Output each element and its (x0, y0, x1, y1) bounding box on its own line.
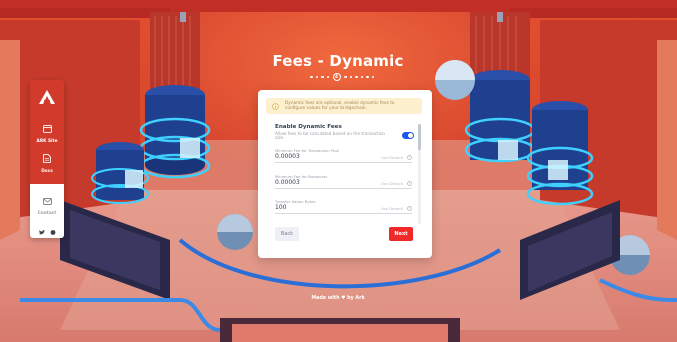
help-icon[interactable]: ? (407, 154, 412, 160)
step-dot (371, 75, 375, 79)
footer-author[interactable]: by Ark (347, 296, 365, 301)
step-dot (310, 75, 313, 79)
ark-logo-icon[interactable] (30, 84, 64, 110)
help-icon[interactable]: ? (407, 180, 412, 186)
contact-label: Contact (37, 211, 57, 216)
step-dot (344, 75, 347, 79)
footer-credit: Made with ♥ by Ark (280, 296, 396, 301)
section-subtitle: Allow fees to be calculated based on the… (275, 130, 386, 141)
step-dot (326, 75, 330, 79)
heart-icon: ♥ (341, 296, 346, 301)
info-alert: Dynamic fees are optional, enable dynami… (266, 98, 422, 114)
transfer-addon-bytes-field[interactable]: Transfer Addon Bytes 100 Use Default ? (275, 199, 412, 214)
field-value[interactable]: 0.00003 (275, 179, 300, 186)
page-title: Fees - Dynamic (272, 52, 404, 70)
field-underline (275, 188, 412, 189)
info-icon (271, 102, 279, 110)
sidebar-contact: Contact (30, 184, 64, 238)
use-default-button[interactable]: Use Default (381, 181, 403, 186)
step-indicator: 4 (300, 73, 377, 81)
sidebar-item-docs[interactable]: Docs (30, 148, 64, 174)
footer-text: Made with (311, 296, 340, 301)
step-dot (355, 75, 358, 79)
field-underline (275, 162, 412, 163)
contact-link[interactable]: Contact (30, 190, 64, 216)
discord-icon[interactable] (50, 220, 56, 239)
field-value[interactable]: 0.00003 (275, 153, 300, 160)
step-dot (321, 75, 324, 79)
help-icon[interactable]: ? (407, 205, 412, 211)
card-scrollbar[interactable] (418, 124, 421, 224)
field-label: Transfer Addon Bytes (275, 199, 316, 204)
sidebar-item-label: ARK Site (36, 139, 58, 144)
min-fee-broadcast-field[interactable]: Minimum Fee for Broadcast 0.00003 Use De… (275, 174, 412, 189)
alert-text: Dynamic fees are optional, enable dynami… (285, 100, 395, 111)
scrollbar-thumb[interactable] (418, 124, 421, 150)
envelope-icon (42, 190, 52, 209)
document-icon (43, 148, 51, 167)
step-dot (360, 75, 364, 79)
field-underline (275, 213, 412, 214)
use-default-button[interactable]: Use Default (381, 155, 403, 160)
step-dot (349, 75, 353, 79)
back-button[interactable]: Back (275, 227, 299, 241)
min-fee-pool-field[interactable]: Minimum Fee for Transaction Pool 0.00003… (275, 148, 412, 163)
use-default-button[interactable]: Use Default (381, 206, 403, 211)
browser-window-icon (42, 118, 52, 137)
fees-card: Dynamic fees are optional, enable dynami… (258, 90, 432, 258)
social-links (39, 220, 56, 239)
toggle-knob (408, 133, 413, 138)
sidebar-item-ark-site[interactable]: ARK Site (30, 118, 64, 144)
dynamic-fees-toggle[interactable] (402, 132, 414, 139)
step-dot (366, 75, 369, 79)
sidebar-item-label: Docs (41, 169, 53, 174)
twitter-icon[interactable] (39, 220, 45, 239)
current-step: 4 (332, 73, 341, 81)
step-dot (315, 75, 319, 79)
field-value[interactable]: 100 (275, 204, 286, 211)
section-title: Enable Dynamic Fees (275, 124, 342, 130)
next-button[interactable]: Next (389, 227, 413, 241)
